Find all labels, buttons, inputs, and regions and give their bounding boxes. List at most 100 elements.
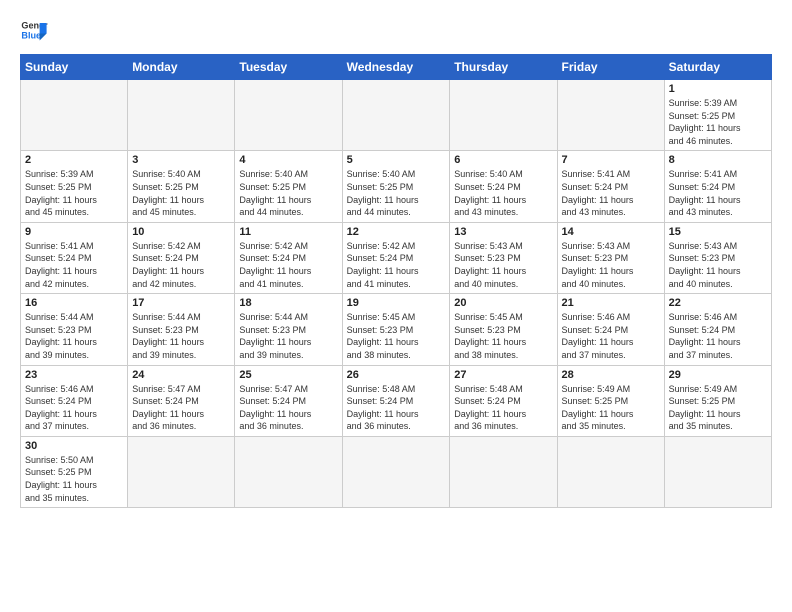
calendar-cell: 5Sunrise: 5:40 AM Sunset: 5:25 PM Daylig… xyxy=(342,151,450,222)
day-number: 10 xyxy=(132,226,230,238)
logo: General Blue xyxy=(20,16,48,44)
day-info: Sunrise: 5:46 AM Sunset: 5:24 PM Dayligh… xyxy=(25,383,123,433)
day-info: Sunrise: 5:41 AM Sunset: 5:24 PM Dayligh… xyxy=(562,168,660,218)
calendar-cell: 9 Sunrise: 5:41 AM Sunset: 5:24 PM Daylig… xyxy=(21,222,128,293)
calendar-cell xyxy=(128,436,235,507)
calendar-week-1: 1 Sunrise: 5:39 AM Sunset: 5:25 PM Daylig… xyxy=(21,80,772,151)
col-header-saturday: Saturday xyxy=(664,55,771,80)
day-info: Sunrise: 5:46 AM Sunset: 5:24 PM Dayligh… xyxy=(669,311,767,361)
page-header: General Blue xyxy=(20,16,772,44)
day-info: Sunrise: 5:40 AM Sunset: 5:25 PM Dayligh… xyxy=(239,168,337,218)
day-number: 30 xyxy=(25,440,123,452)
calendar-cell: 21 Sunrise: 5:46 AM Sunset: 5:24 PM Dayli… xyxy=(557,294,664,365)
calendar-cell xyxy=(342,80,450,151)
col-header-tuesday: Tuesday xyxy=(235,55,342,80)
calendar-cell: 14 Sunrise: 5:43 AM Sunset: 5:23 PM Dayli… xyxy=(557,222,664,293)
day-number: 1 xyxy=(669,83,767,95)
day-number: 29 xyxy=(669,369,767,381)
day-info: Sunrise: 5:43 AM Sunset: 5:23 PM Dayligh… xyxy=(562,240,660,290)
day-number: 27 xyxy=(454,369,552,381)
svg-text:Blue: Blue xyxy=(21,30,41,40)
calendar-cell: 7 Sunrise: 5:41 AM Sunset: 5:24 PM Daylig… xyxy=(557,151,664,222)
day-info: Sunrise: 5:42 AM Sunset: 5:24 PM Dayligh… xyxy=(132,240,230,290)
calendar-cell: 30 Sunrise: 5:50 AM Sunset: 5:25 PM Dayli… xyxy=(21,436,128,507)
calendar-cell: 15Sunrise: 5:43 AM Sunset: 5:23 PM Dayli… xyxy=(664,222,771,293)
day-info: Sunrise: 5:50 AM Sunset: 5:25 PM Dayligh… xyxy=(25,454,123,504)
logo-icon: General Blue xyxy=(20,16,48,44)
day-info: Sunrise: 5:39 AM Sunset: 5:25 PM Dayligh… xyxy=(669,97,767,147)
day-info: Sunrise: 5:43 AM Sunset: 5:23 PM Dayligh… xyxy=(454,240,552,290)
calendar-cell: 25 Sunrise: 5:47 AM Sunset: 5:24 PM Dayli… xyxy=(235,365,342,436)
calendar-cell: 26Sunrise: 5:48 AM Sunset: 5:24 PM Dayli… xyxy=(342,365,450,436)
calendar-cell: 22 Sunrise: 5:46 AM Sunset: 5:24 PM Dayli… xyxy=(664,294,771,365)
day-number: 7 xyxy=(562,154,660,166)
calendar-table: SundayMondayTuesdayWednesdayThursdayFrid… xyxy=(20,54,772,508)
day-info: Sunrise: 5:44 AM Sunset: 5:23 PM Dayligh… xyxy=(239,311,337,361)
day-number: 9 xyxy=(25,226,123,238)
day-number: 19 xyxy=(347,297,446,309)
day-number: 22 xyxy=(669,297,767,309)
calendar-week-4: 16 Sunrise: 5:44 AM Sunset: 5:23 PM Dayli… xyxy=(21,294,772,365)
calendar-week-3: 9 Sunrise: 5:41 AM Sunset: 5:24 PM Daylig… xyxy=(21,222,772,293)
day-number: 3 xyxy=(132,154,230,166)
calendar-cell: 20 Sunrise: 5:45 AM Sunset: 5:23 PM Dayli… xyxy=(450,294,557,365)
calendar-cell: 24Sunrise: 5:47 AM Sunset: 5:24 PM Dayli… xyxy=(128,365,235,436)
day-info: Sunrise: 5:44 AM Sunset: 5:23 PM Dayligh… xyxy=(25,311,123,361)
day-info: Sunrise: 5:48 AM Sunset: 5:24 PM Dayligh… xyxy=(347,383,446,433)
col-header-sunday: Sunday xyxy=(21,55,128,80)
day-number: 4 xyxy=(239,154,337,166)
day-number: 16 xyxy=(25,297,123,309)
day-number: 14 xyxy=(562,226,660,238)
day-info: Sunrise: 5:43 AM Sunset: 5:23 PM Dayligh… xyxy=(669,240,767,290)
day-info: Sunrise: 5:46 AM Sunset: 5:24 PM Dayligh… xyxy=(562,311,660,361)
calendar-cell: 1 Sunrise: 5:39 AM Sunset: 5:25 PM Daylig… xyxy=(664,80,771,151)
day-info: Sunrise: 5:42 AM Sunset: 5:24 PM Dayligh… xyxy=(239,240,337,290)
day-number: 28 xyxy=(562,369,660,381)
day-info: Sunrise: 5:40 AM Sunset: 5:25 PM Dayligh… xyxy=(347,168,446,218)
day-number: 25 xyxy=(239,369,337,381)
day-info: Sunrise: 5:45 AM Sunset: 5:23 PM Dayligh… xyxy=(347,311,446,361)
day-number: 18 xyxy=(239,297,337,309)
calendar-cell xyxy=(450,436,557,507)
day-info: Sunrise: 5:47 AM Sunset: 5:24 PM Dayligh… xyxy=(239,383,337,433)
calendar-cell: 17 Sunrise: 5:44 AM Sunset: 5:23 PM Dayli… xyxy=(128,294,235,365)
calendar-cell xyxy=(664,436,771,507)
day-info: Sunrise: 5:48 AM Sunset: 5:24 PM Dayligh… xyxy=(454,383,552,433)
day-info: Sunrise: 5:42 AM Sunset: 5:24 PM Dayligh… xyxy=(347,240,446,290)
day-info: Sunrise: 5:41 AM Sunset: 5:24 PM Dayligh… xyxy=(669,168,767,218)
calendar-cell xyxy=(342,436,450,507)
calendar-cell: 6Sunrise: 5:40 AM Sunset: 5:24 PM Daylig… xyxy=(450,151,557,222)
day-number: 23 xyxy=(25,369,123,381)
day-number: 17 xyxy=(132,297,230,309)
day-number: 8 xyxy=(669,154,767,166)
day-number: 6 xyxy=(454,154,552,166)
calendar-cell: 2Sunrise: 5:39 AM Sunset: 5:25 PM Daylig… xyxy=(21,151,128,222)
calendar-cell xyxy=(235,436,342,507)
calendar-cell xyxy=(450,80,557,151)
calendar-cell: 23 Sunrise: 5:46 AM Sunset: 5:24 PM Dayli… xyxy=(21,365,128,436)
day-number: 21 xyxy=(562,297,660,309)
day-info: Sunrise: 5:41 AM Sunset: 5:24 PM Dayligh… xyxy=(25,240,123,290)
day-number: 13 xyxy=(454,226,552,238)
col-header-monday: Monday xyxy=(128,55,235,80)
calendar-week-6: 30 Sunrise: 5:50 AM Sunset: 5:25 PM Dayli… xyxy=(21,436,772,507)
calendar-cell: 11 Sunrise: 5:42 AM Sunset: 5:24 PM Dayli… xyxy=(235,222,342,293)
day-number: 24 xyxy=(132,369,230,381)
calendar-cell: 10 Sunrise: 5:42 AM Sunset: 5:24 PM Dayli… xyxy=(128,222,235,293)
calendar-cell: 28Sunrise: 5:49 AM Sunset: 5:25 PM Dayli… xyxy=(557,365,664,436)
calendar-cell: 16 Sunrise: 5:44 AM Sunset: 5:23 PM Dayli… xyxy=(21,294,128,365)
calendar-cell xyxy=(128,80,235,151)
calendar-cell xyxy=(21,80,128,151)
calendar-week-2: 2Sunrise: 5:39 AM Sunset: 5:25 PM Daylig… xyxy=(21,151,772,222)
calendar-cell: 13 Sunrise: 5:43 AM Sunset: 5:23 PM Dayli… xyxy=(450,222,557,293)
day-number: 20 xyxy=(454,297,552,309)
calendar-cell xyxy=(235,80,342,151)
col-header-friday: Friday xyxy=(557,55,664,80)
day-info: Sunrise: 5:44 AM Sunset: 5:23 PM Dayligh… xyxy=(132,311,230,361)
col-header-wednesday: Wednesday xyxy=(342,55,450,80)
day-info: Sunrise: 5:45 AM Sunset: 5:23 PM Dayligh… xyxy=(454,311,552,361)
calendar-cell: 29Sunrise: 5:49 AM Sunset: 5:25 PM Dayli… xyxy=(664,365,771,436)
calendar-cell: 3Sunrise: 5:40 AM Sunset: 5:25 PM Daylig… xyxy=(128,151,235,222)
day-number: 11 xyxy=(239,226,337,238)
calendar-week-5: 23 Sunrise: 5:46 AM Sunset: 5:24 PM Dayli… xyxy=(21,365,772,436)
